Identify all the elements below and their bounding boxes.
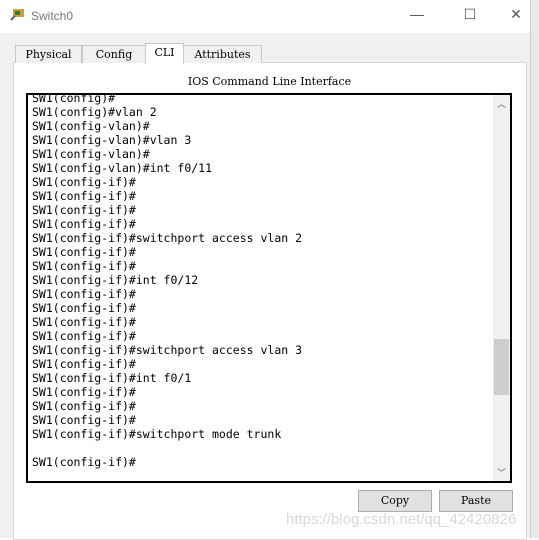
close-button[interactable]: ✕ <box>506 6 526 23</box>
terminal-line: SW1(config-if)# <box>32 217 136 231</box>
terminal-line: SW1(config-if)# <box>32 315 136 329</box>
terminal-line: SW1(config-if)# <box>32 301 136 315</box>
terminal-line: SW1(config-if)# <box>32 189 136 203</box>
terminal-line: SW1(config-if)# <box>32 259 136 273</box>
terminal-line: SW1(config-if)# <box>32 175 136 189</box>
scrollbar-thumb[interactable] <box>494 339 509 395</box>
tab-config[interactable]: Config <box>82 45 146 63</box>
terminal-line: SW1(config-if)#int f0/1 <box>32 371 192 385</box>
terminal-line: SW1(config-if)#switchport access vlan 2 <box>32 231 303 245</box>
terminal-line: SW1(config-if)# <box>32 245 136 259</box>
terminal-line: SW1(config-if)# <box>32 455 136 469</box>
terminal-output: SW1(config)# SW1(config)#vlan 2 SW1(config… <box>32 93 303 469</box>
terminal-line: SW1(config-if)# <box>32 203 136 217</box>
tab-attributes[interactable]: Attributes <box>183 45 262 63</box>
terminal-scrollbar[interactable]: ︿ ﹀ <box>493 95 510 481</box>
terminal-line: SW1(config-vlan)# <box>32 147 150 161</box>
terminal-line: SW1(config-if)#switchport mode trunk <box>32 427 282 441</box>
copy-button[interactable]: Copy <box>358 490 432 512</box>
terminal-line: SW1(config-if)# <box>32 357 136 371</box>
terminal-line: SW1(config-if)# <box>32 329 136 343</box>
terminal-line: SW1(config)#vlan 2 <box>32 105 157 119</box>
minimize-button[interactable]: — <box>407 6 427 22</box>
tab-cli[interactable]: CLI <box>145 43 184 64</box>
maximize-button[interactable]: ☐ <box>460 6 480 23</box>
paste-button[interactable]: Paste <box>439 490 513 512</box>
switch-app-icon <box>10 9 24 21</box>
title-bar: Switch0 — ☐ ✕ <box>0 0 530 33</box>
terminal-line: SW1(config)# <box>32 93 116 105</box>
terminal-line: SW1(config-vlan)#vlan 3 <box>32 133 192 147</box>
watermark: https://blog.csdn.net/qq_42420826 <box>286 511 517 528</box>
scroll-up-icon[interactable]: ︿ <box>493 97 510 110</box>
terminal-line: SW1(config-if)#int f0/12 <box>32 273 199 287</box>
scroll-down-icon[interactable]: ﹀ <box>493 466 510 479</box>
terminal-line: SW1(config-if)# <box>32 385 136 399</box>
terminal-line: SW1(config-if)# <box>32 413 136 427</box>
terminal-line: SW1(config-if)#switchport access vlan 3 <box>32 343 303 357</box>
cli-heading: IOS Command Line Interface <box>187 75 352 88</box>
terminal-line: SW1(config-vlan)#int f0/11 <box>32 161 213 175</box>
cli-terminal[interactable]: SW1(config)# SW1(config)#vlan 2 SW1(config… <box>26 93 512 483</box>
terminal-line: SW1(config-if)# <box>32 399 136 413</box>
window-title: Switch0 <box>31 9 74 23</box>
terminal-line: SW1(config-vlan)# <box>32 119 150 133</box>
terminal-line: SW1(config-if)# <box>32 287 136 301</box>
tab-physical[interactable]: Physical <box>15 45 82 63</box>
